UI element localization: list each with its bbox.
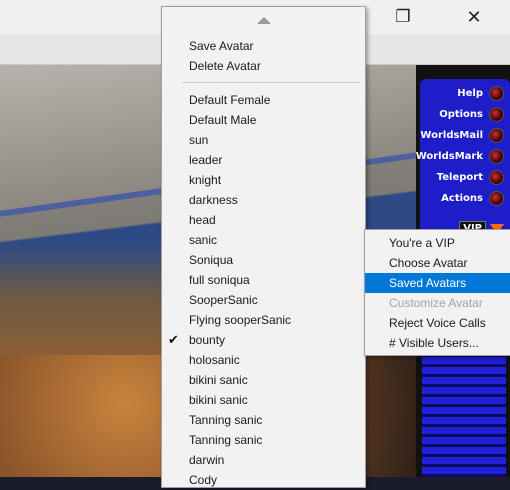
avatar-item[interactable]: ✔ bounty [162,330,365,350]
avatar-item[interactable]: darkness [162,190,365,210]
actions-button-label: Actions [441,192,483,204]
avatar-item-label: bikini sanic [189,373,248,387]
teleport-button-label: Teleport [436,171,483,183]
avatar-item[interactable]: Cody [162,470,365,490]
avatar-item[interactable]: bikini sanic [162,390,365,410]
knob-icon [489,190,504,206]
help-button-label: Help [457,87,483,99]
knob-icon [489,106,504,122]
knob-icon [489,85,504,101]
avatar-menu: Save Avatar Delete Avatar Default Female… [161,6,366,488]
avatar-item-label: bounty [189,333,226,347]
avatar-item[interactable]: sanic [162,230,365,250]
restore-icon: ❐ [395,7,411,26]
avatar-item-label: Tanning sanic [189,433,263,447]
avatar-item[interactable]: bikini sanic [162,370,365,390]
avatar-item-label: leader [189,153,223,167]
avatar-item-label: SooperSanic [189,293,258,307]
options-button-label: Options [439,108,483,120]
worldsmark-button[interactable]: WorldsMark [416,146,504,166]
avatar-item-label: Soniqua [189,253,234,267]
avatar-item-label: Tanning sanic [189,413,263,427]
youre-a-vip-item[interactable]: You're a VIP [365,233,510,253]
avatar-item[interactable]: Flying sooperSanic [162,310,365,330]
worldsmail-button-label: WorldsMail [420,129,483,141]
menu-separator [182,82,360,83]
avatar-item[interactable]: Tanning sanic [162,430,365,450]
avatar-item[interactable]: darwin [162,450,365,470]
triangle-up-icon [256,17,271,24]
actions-button[interactable]: Actions [441,188,504,208]
teleport-button[interactable]: Teleport [437,167,504,187]
options-button[interactable]: Options [439,104,504,124]
avatar-item[interactable]: SooperSanic [162,290,365,310]
help-button[interactable]: Help [457,83,504,103]
checkmark-icon: ✔ [168,332,179,347]
avatar-item-label: sun [189,133,209,147]
vip-submenu: You're a VIP Choose Avatar Saved Avatars… [364,229,510,356]
avatar-item-label: head [189,213,216,227]
worldsmail-button[interactable]: WorldsMail [420,125,504,145]
restore-window-button[interactable]: ❐ [380,0,426,34]
avatar-item[interactable]: Default Female [162,90,365,110]
decorative-stripes [422,347,506,477]
avatar-item-label: Cody [189,473,218,487]
avatar-item[interactable]: head [162,210,365,230]
avatar-item-label: Flying sooperSanic [189,313,292,327]
avatar-item[interactable]: Default Male [162,110,365,130]
avatar-item[interactable]: sun [162,130,365,150]
avatar-item[interactable]: full soniqua [162,270,365,290]
menu-scroll-up-button[interactable] [162,15,365,27]
avatar-item-label: full soniqua [189,273,250,287]
avatar-item-label: sanic [189,233,218,247]
close-window-button[interactable]: ✕ [451,0,497,34]
worldsmark-button-label: WorldsMark [415,150,483,162]
knob-icon [489,169,504,185]
avatar-item[interactable]: Soniqua [162,250,365,270]
avatar-item-label: bikini sanic [189,393,248,407]
save-avatar-item[interactable]: Save Avatar [162,36,365,56]
close-icon: ✕ [466,6,482,27]
visible-users-item[interactable]: # Visible Users... [365,333,510,353]
reject-voice-calls-item[interactable]: Reject Voice Calls [365,313,510,333]
avatar-item-label: knight [189,173,222,187]
avatar-item[interactable]: Tanning sanic [162,410,365,430]
avatar-item-label: darwin [189,453,225,467]
knob-icon [489,127,504,143]
choose-avatar-item[interactable]: Choose Avatar [365,253,510,273]
avatar-item[interactable]: holosanic [162,350,365,370]
knob-icon [489,148,504,164]
avatar-item-label: darkness [189,193,238,207]
customize-avatar-item: Customize Avatar [389,296,483,310]
avatar-item-label: Default Female [189,93,271,107]
saved-avatars-item[interactable]: Saved Avatars [365,273,510,293]
avatar-item[interactable]: knight [162,170,365,190]
delete-avatar-item[interactable]: Delete Avatar [162,56,365,76]
avatar-item[interactable]: leader [162,150,365,170]
avatar-item-label: Default Male [189,113,257,127]
avatar-item-label: holosanic [189,353,240,367]
